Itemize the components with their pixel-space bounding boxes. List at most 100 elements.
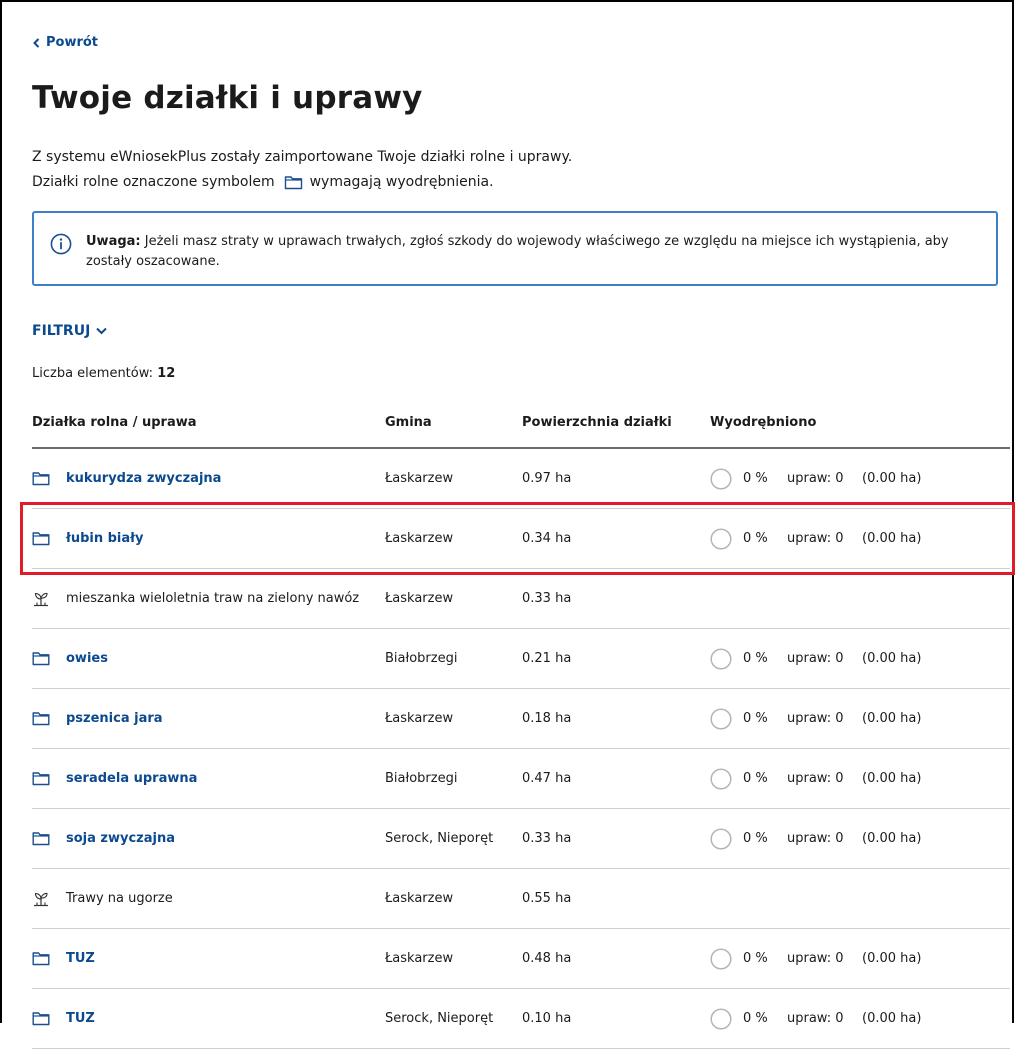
row-area: 0.33 ha — [522, 591, 572, 606]
crops-count: upraw: 0 — [787, 771, 844, 786]
row-name-cell: seradela uprawna — [32, 749, 197, 808]
separated-percent: 0 % — [743, 951, 768, 966]
row-area: 0.18 ha — [522, 711, 572, 726]
separated-percent: 0 % — [743, 531, 768, 546]
row-gmina: Serock, Nieporęt — [385, 831, 494, 846]
filter-toggle[interactable]: FILTRUJ — [32, 323, 108, 339]
row-gmina: Łaskarzew — [385, 711, 454, 726]
row-name-cell: łubin biały — [32, 509, 143, 568]
row-gmina: Białobrzegi — [385, 771, 458, 786]
folder-icon — [32, 712, 50, 726]
table-row[interactable]: owies Białobrzegi 0.21 ha 0 % upraw: 0 (0.00 … — [32, 629, 1010, 689]
row-gmina: Łaskarzew — [385, 591, 454, 606]
crops-area: (0.00 ha) — [862, 771, 922, 786]
row-name-cell: mieszanka wieloletnia traw na zielony na… — [32, 569, 359, 628]
table-header: Działka rolna / uprawa Gmina Powierzchni… — [32, 403, 1010, 449]
progress-ring-icon — [710, 527, 732, 550]
separated-percent: 0 % — [743, 711, 768, 726]
crops-count: upraw: 0 — [787, 471, 844, 486]
separated-percent: 0 % — [743, 1011, 768, 1026]
crops-count: upraw: 0 — [787, 711, 844, 726]
crops-count: upraw: 0 — [787, 1011, 844, 1026]
separated-progress: 0 % upraw: 0 (0.00 ha) — [710, 989, 921, 1048]
table-row[interactable]: łubin biały Łaskarzew 0.34 ha 0 % upraw: 0 (0… — [32, 509, 1010, 569]
folder-icon — [32, 652, 50, 666]
separated-progress: 0 % upraw: 0 (0.00 ha) — [710, 689, 921, 748]
row-name-link[interactable]: łubin biały — [66, 509, 143, 568]
row-gmina: Białobrzegi — [385, 651, 458, 666]
row-name-link[interactable]: soja zwyczajna — [66, 809, 175, 868]
row-area: 0.34 ha — [522, 531, 572, 546]
row-name-link[interactable]: TUZ — [66, 929, 95, 988]
progress-ring-icon — [710, 647, 732, 670]
table-row[interactable]: TUZ Łaskarzew 0.48 ha 0 % upraw: 0 (0.00 ha) — [32, 929, 1010, 989]
header-gmina: Gmina — [385, 415, 432, 430]
filter-label: FILTRUJ — [32, 323, 91, 339]
separated-percent: 0 % — [743, 771, 768, 786]
crops-area: (0.00 ha) — [862, 651, 922, 666]
table-row[interactable]: soja zwyczajna Serock, Nieporęt 0.33 ha 0 %… — [32, 809, 1010, 869]
separated-progress: 0 % upraw: 0 (0.00 ha) — [710, 509, 921, 568]
crops-count: upraw: 0 — [787, 951, 844, 966]
row-name-link[interactable]: TUZ — [66, 989, 95, 1048]
row-name-link[interactable]: pszenica jara — [66, 689, 163, 748]
row-name-link[interactable]: seradela uprawna — [66, 749, 197, 808]
separated-progress: 0 % upraw: 0 (0.00 ha) — [710, 929, 921, 988]
table-row[interactable]: kukurydza zwyczajna Łaskarzew 0.97 ha 0 % up… — [32, 449, 1010, 509]
row-name-link[interactable]: kukurydza zwyczajna — [66, 449, 221, 508]
progress-ring-icon — [710, 767, 732, 790]
folder-icon — [284, 175, 302, 189]
table-row: Trawy na ugorze Łaskarzew 0.55 ha — [32, 869, 1010, 929]
separated-percent: 0 % — [743, 471, 768, 486]
item-count-label: Liczba elementów: — [32, 366, 154, 381]
separated-progress: 0 % upraw: 0 (0.00 ha) — [710, 749, 921, 808]
row-name-cell: pszenica jara — [32, 689, 163, 748]
folder-icon — [32, 832, 50, 846]
header-name: Działka rolna / uprawa — [32, 415, 197, 430]
alert-message: Jeżeli masz straty w uprawach trwałych, … — [86, 234, 949, 269]
page-title: Twoje działki i uprawy — [32, 80, 423, 116]
alert-label: Uwaga: — [86, 234, 141, 249]
crops-area: (0.00 ha) — [862, 1011, 922, 1026]
folder-icon — [32, 952, 50, 966]
table-body: kukurydza zwyczajna Łaskarzew 0.97 ha 0 % up… — [32, 449, 1010, 1049]
row-area: 0.48 ha — [522, 951, 572, 966]
row-area: 0.47 ha — [522, 771, 572, 786]
item-count-value: 12 — [157, 366, 176, 381]
progress-ring-icon — [710, 467, 732, 490]
table-row: mieszanka wieloletnia traw na zielony na… — [32, 569, 1010, 629]
crops-count: upraw: 0 — [787, 531, 844, 546]
row-gmina: Łaskarzew — [385, 891, 454, 906]
header-area: Powierzchnia działki — [522, 415, 672, 430]
sprout-icon — [34, 892, 48, 906]
folder-icon — [32, 472, 50, 486]
table-row[interactable]: TUZ Serock, Nieporęt 0.10 ha 0 % upraw: 0 (0.… — [32, 989, 1010, 1049]
row-area: 0.21 ha — [522, 651, 572, 666]
alert-box: Uwaga: Jeżeli masz straty w uprawach trw… — [32, 211, 998, 286]
intro-text-line2: Działki rolne oznaczone symbolem wymagaj… — [32, 172, 494, 192]
row-area: 0.10 ha — [522, 1011, 572, 1026]
separated-progress: 0 % upraw: 0 (0.00 ha) — [710, 629, 921, 688]
crops-area: (0.00 ha) — [862, 711, 922, 726]
row-name-cell: owies — [32, 629, 108, 688]
crops-count: upraw: 0 — [787, 831, 844, 846]
row-gmina: Łaskarzew — [385, 951, 454, 966]
progress-ring-icon — [710, 707, 732, 730]
table-row[interactable]: seradela uprawna Białobrzegi 0.47 ha 0 % upr… — [32, 749, 1010, 809]
row-name-text: Trawy na ugorze — [66, 891, 173, 906]
folder-icon — [32, 532, 50, 546]
row-name-link[interactable]: owies — [66, 629, 108, 688]
back-link[interactable]: Powrót — [32, 35, 98, 50]
table-row[interactable]: pszenica jara Łaskarzew 0.18 ha 0 % upraw: 0… — [32, 689, 1010, 749]
intro-line2-after: wymagają wyodrębnienia. — [309, 174, 494, 190]
row-name-text: mieszanka wieloletnia traw na zielony na… — [66, 591, 360, 606]
row-area: 0.97 ha — [522, 471, 572, 486]
chevron-down-icon — [96, 327, 108, 335]
intro-line2-before: Działki rolne oznaczone symbolem — [32, 174, 275, 190]
item-count: Liczba elementów: 12 — [32, 366, 175, 381]
progress-ring-icon — [710, 1007, 732, 1030]
chevron-left-icon — [33, 37, 40, 48]
row-area: 0.33 ha — [522, 831, 572, 846]
progress-ring-icon — [710, 827, 732, 850]
crops-area: (0.00 ha) — [862, 471, 922, 486]
